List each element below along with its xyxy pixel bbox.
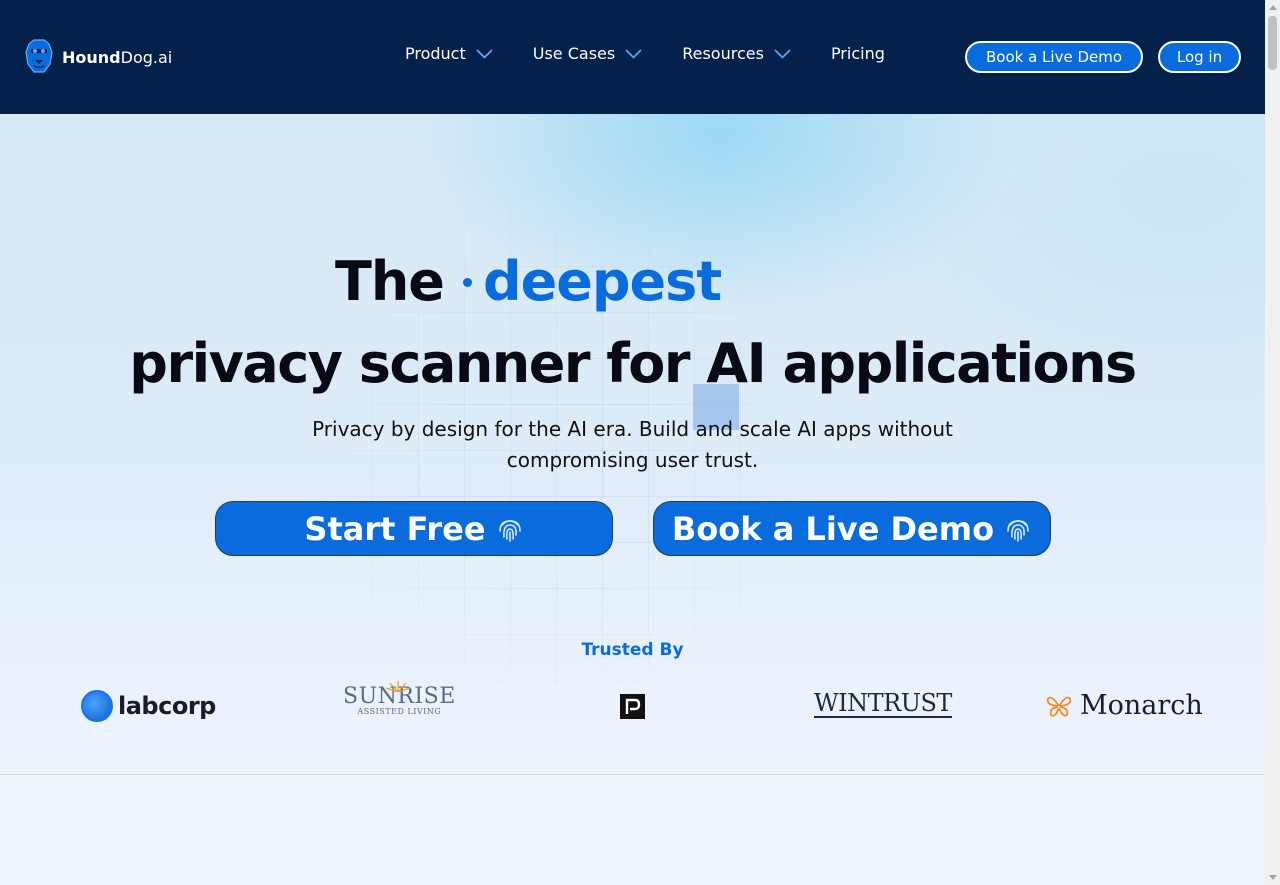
nav-pricing[interactable]: Pricing [831, 44, 885, 63]
hero-title-accent: deepest [483, 250, 722, 313]
brand-name: HoundDog.ai [62, 47, 173, 67]
scroll-thumb[interactable] [1268, 16, 1277, 70]
cursor-dot-icon [463, 278, 472, 287]
brand-logo[interactable]: HoundDog.ai [24, 38, 172, 76]
sun-rays-icon [385, 681, 411, 692]
sunrise-logo: SUNRISE ASSISTED LIVING [343, 681, 456, 716]
scroll-up-arrow-icon[interactable] [1269, 5, 1277, 10]
butterfly-icon [1046, 696, 1072, 717]
login-button[interactable]: Log in [1158, 41, 1241, 73]
hero-section: The deepest privacy scanner for AI appli… [0, 114, 1265, 774]
nav-product[interactable]: Product [405, 44, 493, 63]
site-header: HoundDog.ai Product Use Cases Resources … [0, 0, 1265, 114]
labcorp-logo: labcorp [81, 690, 216, 722]
p-letter-icon [625, 698, 641, 714]
start-free-button[interactable]: Start Free [215, 501, 613, 556]
monarch-logo: Monarch [1046, 690, 1203, 721]
trusted-by-heading: Trusted By [581, 640, 684, 660]
hero-title-line2: privacy scanner for AI applications [129, 332, 1137, 395]
next-section [0, 774, 1265, 885]
chevron-down-icon [625, 48, 642, 59]
hero-book-demo-button[interactable]: Book a Live Demo [653, 501, 1051, 556]
nav-resources[interactable]: Resources [682, 44, 791, 63]
fingerprint-icon [498, 519, 521, 542]
labcorp-icon [81, 690, 113, 722]
p-logo [620, 694, 645, 719]
chevron-down-icon [774, 48, 791, 59]
page-scrollbar[interactable] [1265, 0, 1280, 885]
fingerprint-icon [1007, 519, 1029, 542]
chevron-down-icon [476, 48, 493, 59]
wintrust-logo: WINTRUST [814, 689, 952, 718]
main-nav: Product Use Cases Resources Pricing [405, 44, 885, 63]
nav-use-cases[interactable]: Use Cases [533, 44, 642, 63]
hound-dog-icon [25, 39, 53, 73]
book-demo-button[interactable]: Book a Live Demo [965, 41, 1143, 73]
hero-subtitle: Privacy by design for the AI era. Build … [312, 417, 953, 472]
hero-title-prefix: The [335, 250, 445, 313]
scroll-down-arrow-icon[interactable] [1269, 875, 1277, 880]
customer-logos: labcorp SUNRISE ASSISTED LIVING WINTRUST [0, 681, 1265, 732]
